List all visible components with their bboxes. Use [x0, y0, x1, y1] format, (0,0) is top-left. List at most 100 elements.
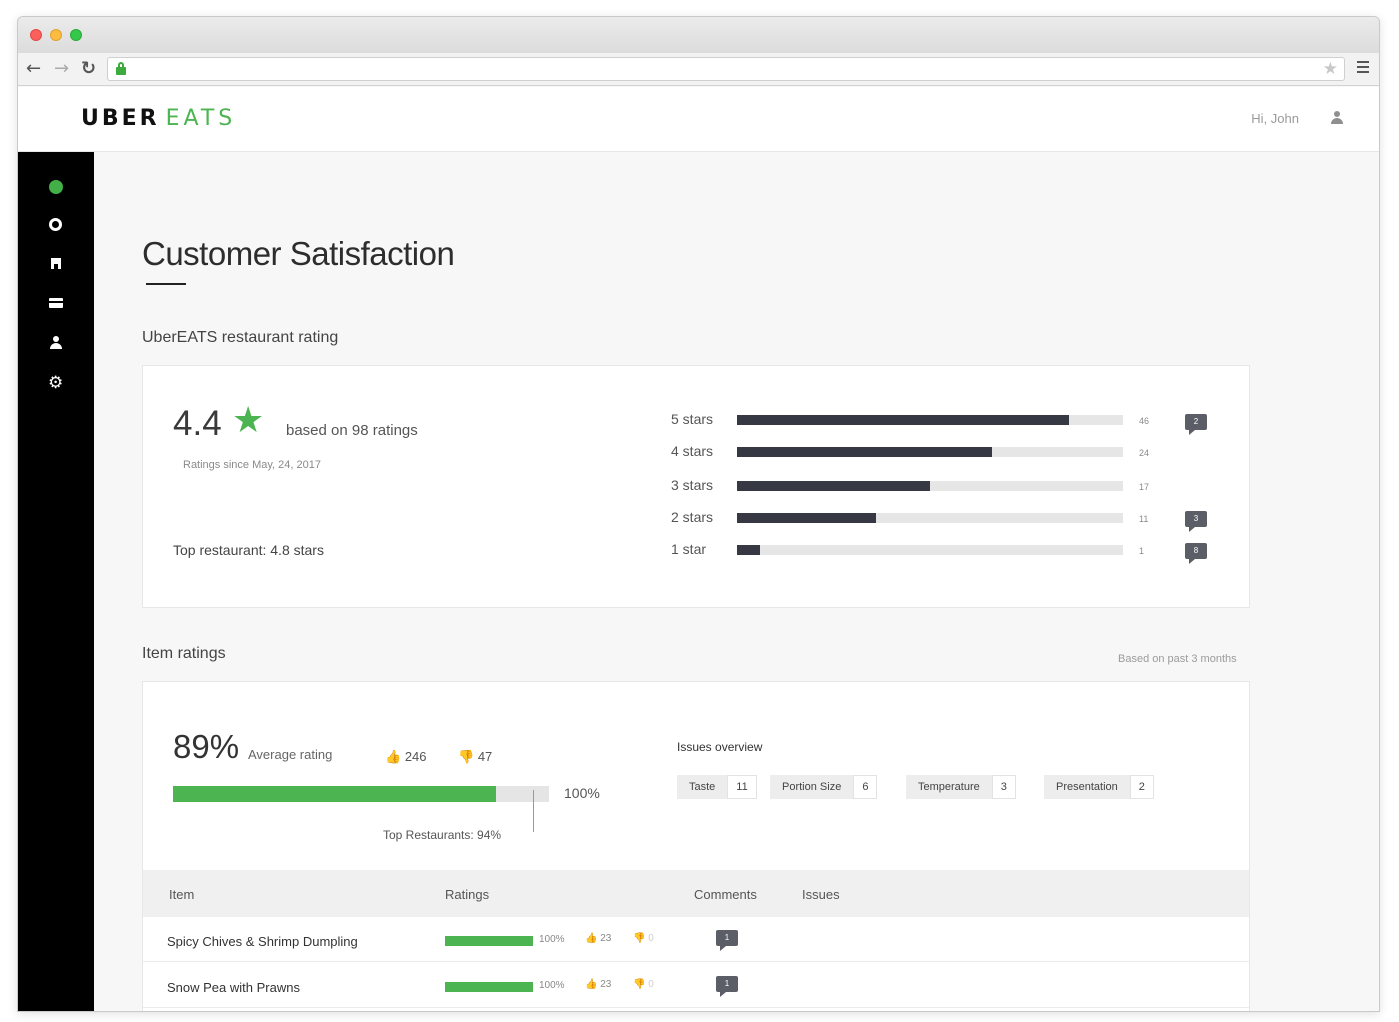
item-ratings-section-label: Item ratings — [142, 645, 226, 662]
account-icon[interactable] — [1331, 111, 1343, 125]
item-rating-bar — [445, 936, 533, 946]
restaurant-rating-card: 4.4 ★ based on 98 ratings Ratings since … — [142, 365, 1250, 608]
distribution-bar-track — [737, 447, 1123, 457]
issue-name: Portion Size — [770, 775, 854, 799]
issues-overview-title: Issues overview — [677, 740, 763, 754]
title-underline — [146, 283, 186, 285]
lock-icon — [116, 62, 126, 75]
back-arrow-icon[interactable]: ← — [26, 59, 41, 79]
table-row[interactable]: Spicy Chives & Shrimp Dumpling 100% 👍 23… — [143, 917, 1249, 962]
app-header: UBER EATS Hi, John — [18, 87, 1379, 152]
issue-chip-taste[interactable]: Taste 11 — [677, 775, 757, 799]
average-rating-percent: 89% — [173, 728, 240, 765]
column-header-issues[interactable]: Issues — [802, 887, 840, 902]
comment-icon[interactable]: 2 — [1185, 414, 1207, 435]
distribution-bar — [737, 513, 876, 523]
average-rating-bar — [173, 786, 497, 802]
sidebar-restaurant-icon[interactable] — [48, 256, 64, 272]
distribution-count: 24 — [1139, 448, 1150, 458]
reload-icon[interactable]: ↻ — [81, 59, 96, 79]
item-thumbs-down: 👎 0 — [633, 979, 654, 990]
comment-icon[interactable]: 3 — [1185, 511, 1207, 532]
issue-name: Presentation — [1044, 775, 1130, 799]
thumbs-up-total: 👍 246 — [385, 749, 427, 765]
average-rating-label: Average rating — [248, 747, 333, 762]
close-window-button[interactable] — [30, 29, 42, 41]
sidebar: ⚙ — [18, 152, 94, 1011]
timeframe-note: Based on past 3 months — [1118, 653, 1237, 665]
distribution-bar-track — [737, 481, 1123, 491]
address-bar[interactable]: ★ — [107, 57, 1345, 81]
distribution-label: 1 star — [671, 541, 707, 557]
distribution-count: 1 — [1139, 546, 1145, 556]
item-name: Snow Pea with Prawns — [167, 980, 300, 995]
distribution-bar-track — [737, 545, 1123, 555]
issue-count: 6 — [853, 775, 878, 799]
issue-chip-portion-size[interactable]: Portion Size 6 — [770, 775, 878, 799]
sidebar-gear-icon[interactable]: ⚙ — [48, 373, 64, 393]
distribution-row-2: 2 stars 11 3 — [671, 509, 1231, 532]
distribution-count: 46 — [1139, 416, 1150, 426]
distribution-label: 2 stars — [671, 509, 714, 525]
distribution-label: 5 stars — [671, 411, 714, 427]
item-rating-bar — [445, 982, 533, 992]
sidebar-eye-icon[interactable] — [48, 217, 64, 233]
thumbs-up-icon: 👍 — [585, 979, 598, 990]
thumbs-down-total: 👎 47 — [458, 749, 493, 765]
overall-rating-value: 4.4 — [173, 404, 222, 443]
comment-icon[interactable]: 8 — [1185, 543, 1207, 564]
issue-count: 11 — [727, 775, 757, 799]
item-table-header: Item Ratings Comments Issues — [143, 870, 1249, 917]
max-percent-label: 100% — [564, 785, 600, 801]
hamburger-menu-icon[interactable] — [1357, 61, 1369, 76]
sidebar-dashboard-icon[interactable] — [48, 179, 64, 195]
item-name: Spicy Chives & Shrimp Dumpling — [167, 934, 358, 949]
ratings-since-text: Ratings since May, 24, 2017 — [183, 459, 321, 471]
distribution-count: 11 — [1139, 514, 1149, 524]
page-title: Customer Satisfaction — [142, 235, 455, 272]
distribution-label: 4 stars — [671, 443, 714, 459]
distribution-bar-track — [737, 415, 1123, 425]
thumbs-down-icon: 👎 — [633, 933, 646, 944]
comment-icon[interactable]: 1 — [716, 930, 738, 951]
item-rating-percent: 100% — [539, 980, 565, 991]
column-header-ratings[interactable]: Ratings — [445, 887, 489, 902]
thumbs-down-icon: 👎 — [633, 979, 646, 990]
forward-arrow-icon[interactable]: → — [54, 59, 69, 79]
distribution-bar — [737, 447, 992, 457]
minimize-window-button[interactable] — [50, 29, 62, 41]
item-ratings-card: 89% Average rating 👍 246 👎 47 100% Top R… — [142, 681, 1250, 1011]
item-thumbs-up: 👍 23 — [585, 933, 612, 944]
thumbs-down-icon: 👎 — [458, 750, 475, 765]
issue-chip-presentation[interactable]: Presentation 2 — [1044, 775, 1154, 799]
top-restaurant-text: Top restaurant: 4.8 stars — [173, 542, 324, 558]
column-header-item[interactable]: Item — [169, 887, 194, 902]
item-thumbs-up: 👍 23 — [585, 979, 612, 990]
issue-count: 3 — [991, 775, 1016, 799]
distribution-row-4: 4 stars 24 — [671, 443, 1231, 463]
item-rating-bar-track — [445, 982, 533, 992]
distribution-bar — [737, 415, 1069, 425]
issue-name: Taste — [677, 775, 728, 799]
sidebar-user-icon[interactable] — [48, 335, 64, 351]
restaurant-rating-section-label: UberEATS restaurant rating — [142, 329, 339, 346]
uber-eats-logo[interactable]: UBER EATS — [81, 106, 236, 131]
distribution-row-5: 5 stars 46 2 — [671, 411, 1231, 435]
user-greeting: Hi, John — [1251, 111, 1299, 126]
item-rating-bar-track — [445, 936, 533, 946]
distribution-bar-track — [737, 513, 1123, 523]
browser-window: ← → ↻ ★ UBER EATS Hi, John ⚙ Customer Sat… — [17, 16, 1380, 1012]
browser-toolbar: ← → ↻ ★ — [18, 53, 1379, 86]
top-restaurants-percent: Top Restaurants: 94% — [383, 828, 502, 842]
column-header-comments[interactable]: Comments — [694, 887, 757, 902]
average-rating-bar-track — [173, 786, 549, 802]
table-row[interactable]: Snow Pea with Prawns 100% 👍 23 👎 0 1 — [143, 963, 1249, 1008]
distribution-label: 3 stars — [671, 477, 714, 493]
maximize-window-button[interactable] — [70, 29, 82, 41]
sidebar-payment-card-icon[interactable] — [48, 295, 64, 311]
bookmark-star-icon[interactable]: ★ — [1323, 59, 1338, 79]
comment-icon[interactable]: 1 — [716, 976, 738, 997]
top-restaurants-marker — [533, 790, 534, 832]
issue-chip-temperature[interactable]: Temperature 3 — [906, 775, 1016, 799]
distribution-bar — [737, 545, 761, 555]
